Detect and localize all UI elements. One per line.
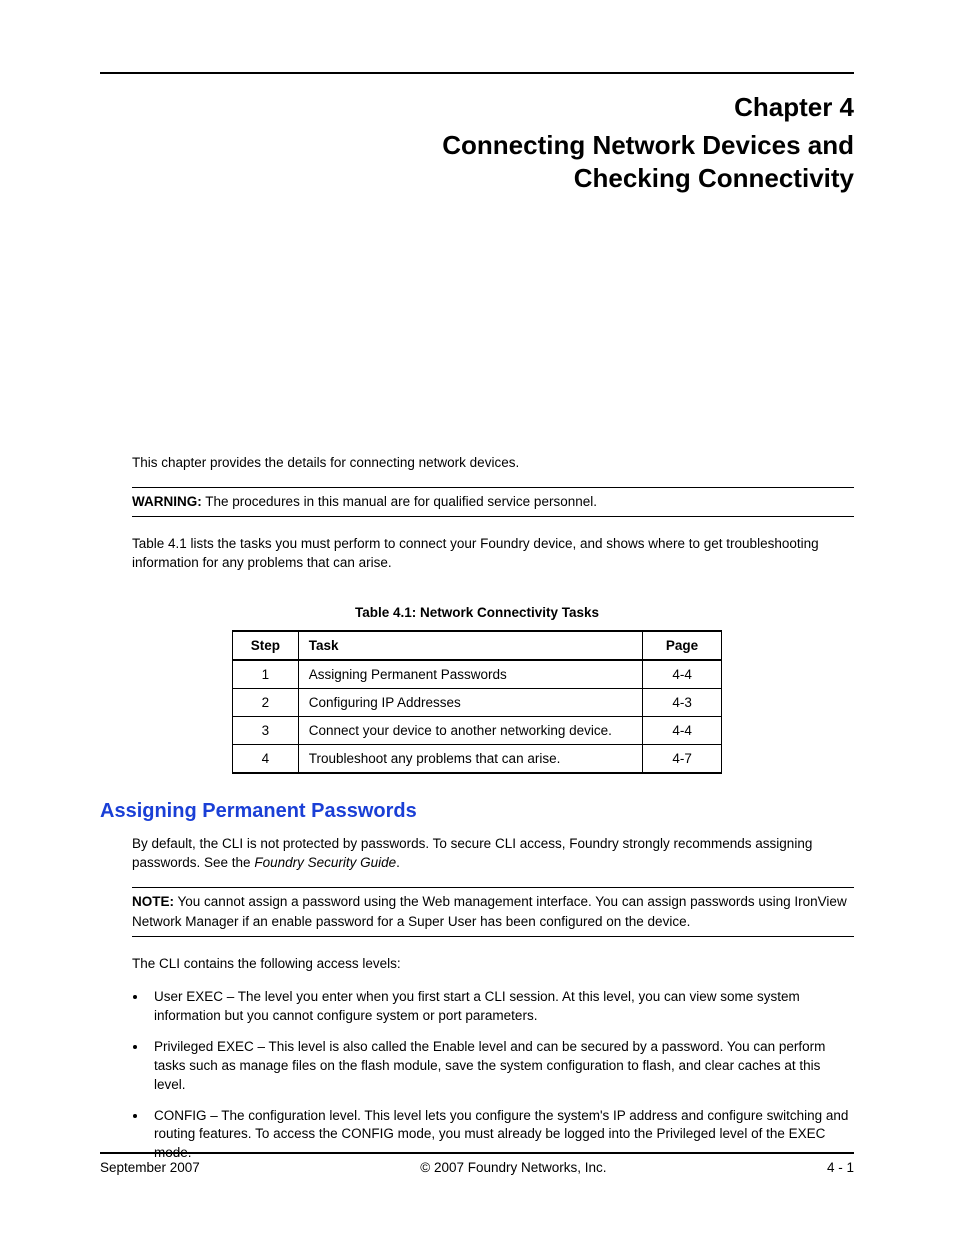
table-row: 2 Configuring IP Addresses 4-3 [233,688,722,716]
table-row: 1 Assigning Permanent Passwords 4-4 [233,660,722,689]
note-text: You cannot assign a password using the W… [132,894,847,929]
intro-paragraph: This chapter provides the details for co… [132,454,854,473]
cell-task: Assigning Permanent Passwords [298,660,642,689]
document-page: Chapter 4 Connecting Network Devices and… [0,0,954,1235]
divider [132,487,854,488]
chapter-title-line1: Connecting Network Devices and [442,130,854,160]
table-row: 3 Connect your device to another network… [233,716,722,744]
cell-task: Troubleshoot any problems that can arise… [298,744,642,773]
cell-task: Configuring IP Addresses [298,688,642,716]
section-p1-b: . [396,855,400,870]
header-page: Page [643,631,722,660]
header-step: Step [233,631,299,660]
chapter-title-line2: Checking Connectivity [574,163,854,193]
footer-center: © 2007 Foundry Networks, Inc. [420,1160,606,1175]
cell-step: 4 [233,744,299,773]
divider [132,516,854,517]
table-header-row: Step Task Page [233,631,722,660]
cell-page: 4-4 [643,716,722,744]
warning-label: WARNING: [132,494,202,509]
cell-step: 3 [233,716,299,744]
top-rule [100,72,854,74]
warning-text-content: The procedures in this manual are for qu… [205,494,597,509]
cell-page: 4-3 [643,688,722,716]
divider [132,887,854,888]
section-p2: The CLI contains the following access le… [132,955,854,974]
chapter-label: Chapter 4 [100,92,854,123]
table-intro: Table 4.1 lists the tasks you must perfo… [132,535,854,573]
footer-rule [100,1152,854,1154]
section-heading: Assigning Permanent Passwords [100,800,854,823]
section-p1: By default, the CLI is not protected by … [132,835,854,873]
divider [132,936,854,937]
cell-step: 1 [233,660,299,689]
footer-left: September 2007 [100,1160,200,1175]
footer-right: 4 - 1 [827,1160,854,1175]
note-callout: NOTE: You cannot assign a password using… [132,887,854,938]
connectivity-tasks-table: Step Task Page 1 Assigning Permanent Pas… [232,630,722,774]
section-p1-a: By default, the CLI is not protected by … [132,836,812,870]
note-label: NOTE: [132,894,174,909]
cell-step: 2 [233,688,299,716]
list-item: Privileged EXEC – This level is also cal… [148,1038,854,1095]
list-item: User EXEC – The level you enter when you… [148,988,854,1026]
table-row: 4 Troubleshoot any problems that can ari… [233,744,722,773]
page-footer: September 2007 © 2007 Foundry Networks, … [100,1152,854,1175]
cell-task: Connect your device to another networkin… [298,716,642,744]
warning-callout: WARNING: The procedures in this manual a… [132,487,854,517]
header-task: Task [298,631,642,660]
access-levels-list: User EXEC – The level you enter when you… [148,988,854,1163]
table-caption: Table 4.1: Network Connectivity Tasks [100,605,854,620]
section-p1-italic: Foundry Security Guide [254,855,396,870]
chapter-title: Connecting Network Devices and Checking … [100,129,854,194]
cell-page: 4-7 [643,744,722,773]
cell-page: 4-4 [643,660,722,689]
footer-row: September 2007 © 2007 Foundry Networks, … [100,1160,854,1175]
